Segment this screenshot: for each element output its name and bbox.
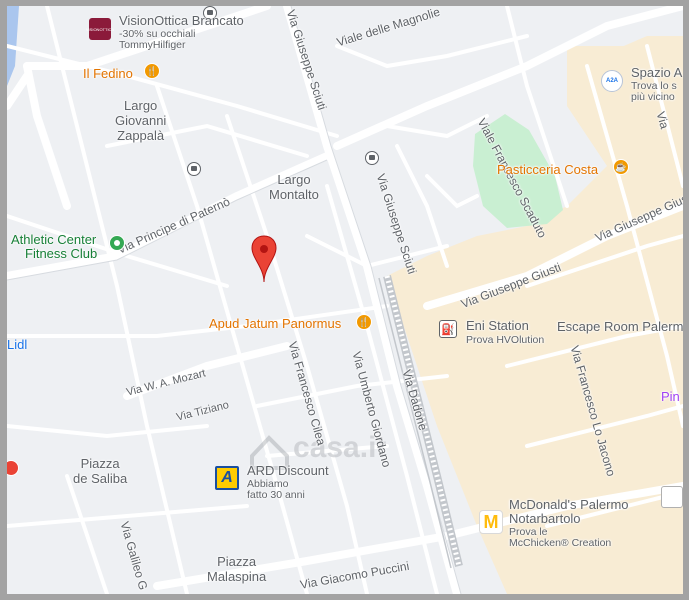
poi-pasticceria-costa-name[interactable]: Pasticceria Costa xyxy=(497,163,598,177)
map-canvas[interactable]: casa.it Viale delle Magnolie Via Giusepp… xyxy=(7,6,683,594)
poi-escape-room-name[interactable]: Escape Room Palerm xyxy=(557,320,683,334)
cafe-icon[interactable]: ☕ xyxy=(613,159,629,175)
poi-ard-discount-name[interactable]: ARD Discount xyxy=(247,464,329,478)
bus-stop-icon[interactable] xyxy=(187,162,201,176)
bus-stop-icon[interactable] xyxy=(365,151,379,165)
ard-logo-text: A xyxy=(221,469,233,486)
area-label-largo-giovanni-zappala: Largo Giovanni Zappalà xyxy=(115,98,167,143)
poi-mcdonalds-name2[interactable]: Notarbartolo xyxy=(509,512,581,526)
poi-apud-jatum-name[interactable]: Apud Jatum Panormus xyxy=(209,317,341,331)
location-marker[interactable] xyxy=(251,235,277,283)
poi-il-fedino-name[interactable]: Il Fedino xyxy=(83,67,133,81)
poi-ard-discount-sub2: fatto 30 anni xyxy=(247,489,305,501)
poi-eni-station-sub: Prova HVOlution xyxy=(466,334,545,346)
restaurant-icon[interactable]: 🍴 xyxy=(356,314,372,330)
mcdonalds-logo-icon[interactable]: M xyxy=(479,510,503,534)
poi-visionottica-name[interactable]: VisionOttica Brancato xyxy=(119,14,244,28)
poi-mcdonalds-sub2: McChicken® Creation xyxy=(509,537,612,549)
a2a-logo-text: A2A xyxy=(605,78,618,84)
poi-edge-pin-name[interactable]: Pin xyxy=(661,390,680,404)
map-frame: casa.it Viale delle Magnolie Via Giusepp… xyxy=(0,0,689,600)
poi-spazio-name[interactable]: Spazio A xyxy=(631,66,682,80)
a2a-logo-icon[interactable]: A2A xyxy=(601,70,623,92)
restaurant-icon[interactable]: 🍴 xyxy=(144,63,160,79)
area-label-piazza-malaspina: Piazza Malaspina xyxy=(207,554,267,584)
external-poi-icon[interactable] xyxy=(661,486,683,508)
gym-icon[interactable] xyxy=(109,235,125,251)
poi-lidl-name[interactable]: Lidl xyxy=(7,338,27,352)
poi-eni-station-name[interactable]: Eni Station xyxy=(466,319,529,333)
gas-station-icon[interactable]: ⛽ xyxy=(439,320,457,338)
poi-athletic-center-name2[interactable]: Fitness Club xyxy=(25,247,97,261)
visionottica-logo-text: VISIONOTTICA xyxy=(85,26,115,32)
visionottica-logo-icon[interactable]: VISIONOTTICA xyxy=(85,18,115,40)
area-label-largo-montalto: Largo Montalto xyxy=(269,172,319,202)
ard-discount-logo-icon[interactable]: A xyxy=(215,466,239,490)
mcdonalds-logo-text: M xyxy=(483,511,499,532)
poi-spazio-sub2: più vicino xyxy=(631,91,675,103)
poi-athletic-center-name1[interactable]: Athletic Center xyxy=(11,233,96,247)
area-label-piazza-de-saliba: Piazza de Saliba xyxy=(73,456,128,486)
poi-mcdonalds-name1[interactable]: McDonald's Palermo xyxy=(509,498,629,512)
poi-visionottica-sub2: TommyHilfiger xyxy=(119,39,186,51)
